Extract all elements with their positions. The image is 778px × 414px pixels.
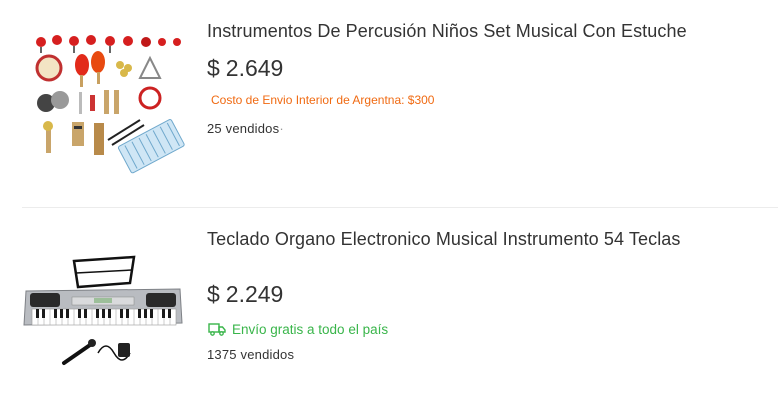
sold-count: 1375 vendidos bbox=[207, 347, 295, 362]
sold-count-text: 25 vendidos bbox=[207, 121, 280, 136]
truck-icon bbox=[208, 323, 226, 336]
free-shipping-text: Envío gratis a todo el país bbox=[232, 321, 389, 337]
product-price: $2.649 bbox=[207, 55, 283, 82]
price-value: 2.649 bbox=[225, 55, 284, 81]
currency-symbol: $ bbox=[207, 281, 220, 307]
keyboard-image[interactable] bbox=[22, 253, 184, 373]
shipping-cost-note: Costo de Envio Interior de Argentna: $30… bbox=[211, 93, 435, 107]
price-value: 2.249 bbox=[225, 281, 284, 307]
percussion-set-image[interactable] bbox=[22, 20, 192, 185]
sold-separator: · bbox=[279, 121, 284, 136]
currency-symbol: $ bbox=[207, 55, 220, 81]
product-item[interactable]: Instrumentos De Percusión Niños Set Musi… bbox=[0, 0, 778, 207]
sold-count: 25 vendidos· bbox=[207, 121, 284, 136]
product-price: $2.249 bbox=[207, 281, 283, 308]
product-title[interactable]: Instrumentos De Percusión Niños Set Musi… bbox=[207, 21, 687, 42]
product-title[interactable]: Teclado Organo Electronico Musical Instr… bbox=[207, 229, 681, 250]
product-item[interactable]: Teclado Organo Electronico Musical Instr… bbox=[0, 208, 778, 414]
free-shipping-label: Envío gratis a todo el país bbox=[208, 320, 388, 338]
